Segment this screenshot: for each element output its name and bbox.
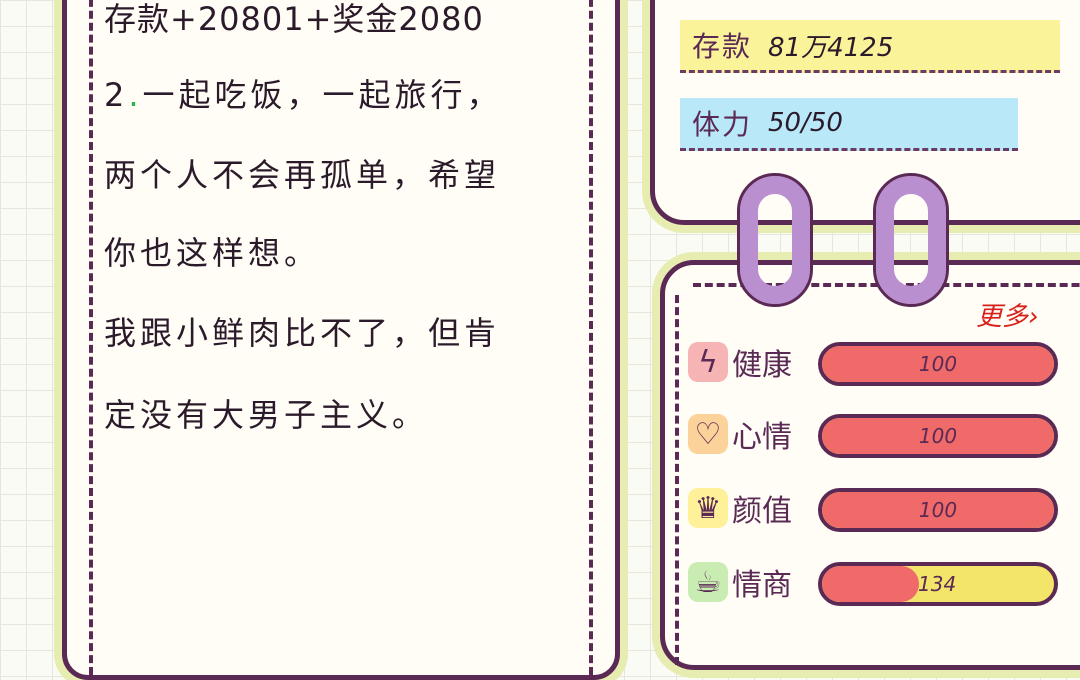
more-label: 更多: [976, 302, 1029, 332]
note-line-6: 定没有大男子主义。: [104, 396, 429, 434]
eq-bar: 134: [818, 562, 1058, 606]
attr-health-label: 健康: [732, 348, 792, 383]
mood-bar: 100: [818, 414, 1058, 458]
more-arrow-icon: ›: [1028, 302, 1039, 332]
note-line-2: 2.一起吃饭，一起旅行，: [104, 70, 503, 116]
note-line-4: 你也这样想。: [104, 234, 321, 272]
savings-label: 存款: [692, 30, 753, 63]
stamina-label: 体力: [692, 108, 753, 141]
stamina-row: 体力 50/50: [680, 98, 1018, 151]
attributes-dashed-left: [675, 295, 679, 665]
note-dashed-border-right: [589, 0, 593, 675]
attr-looks-label: 颜值: [732, 494, 792, 529]
health-bar: 100: [818, 342, 1058, 386]
looks-value: 100: [918, 498, 958, 522]
health-value: 100: [918, 352, 958, 376]
savings-row: 存款 81万4125: [680, 20, 1060, 73]
note-number: 2: [104, 76, 129, 114]
lightning-icon: ϟ: [688, 342, 728, 382]
note-line-savings: 存款+20801+奖金2080: [104, 0, 484, 38]
looks-bar: 100: [818, 488, 1058, 532]
crown-icon: ♛: [688, 488, 728, 528]
attr-eq-label-row: ☕ 情商: [688, 560, 792, 604]
mood-value: 100: [918, 424, 958, 448]
note-line-3: 两个人不会再孤单，希望: [104, 156, 501, 194]
binder-ring-right: [873, 173, 949, 307]
eq-value: 134: [918, 572, 957, 596]
more-button[interactable]: 更多›: [976, 296, 1038, 333]
attr-looks-label-row: ♛ 颜值: [688, 486, 792, 530]
attr-eq-label: 情商: [732, 568, 792, 603]
binder-ring-left: [737, 173, 813, 307]
note-line-5: 我跟小鲜肉比不了，但肯: [104, 314, 501, 352]
cup-icon: ☕: [688, 562, 728, 602]
attr-mood-label-row: ♡ 心情: [688, 412, 792, 456]
savings-value: 81万4125: [768, 32, 894, 63]
green-dot: .: [128, 76, 143, 114]
stamina-value: 50/50: [768, 108, 843, 138]
heart-icon: ♡: [688, 414, 728, 454]
note-line-2-text: 一起吃饭，一起旅行，: [142, 76, 503, 114]
note-dashed-border-left: [89, 0, 93, 675]
attr-health-label-row: ϟ 健康: [688, 340, 792, 384]
attr-mood-label: 心情: [732, 420, 792, 455]
